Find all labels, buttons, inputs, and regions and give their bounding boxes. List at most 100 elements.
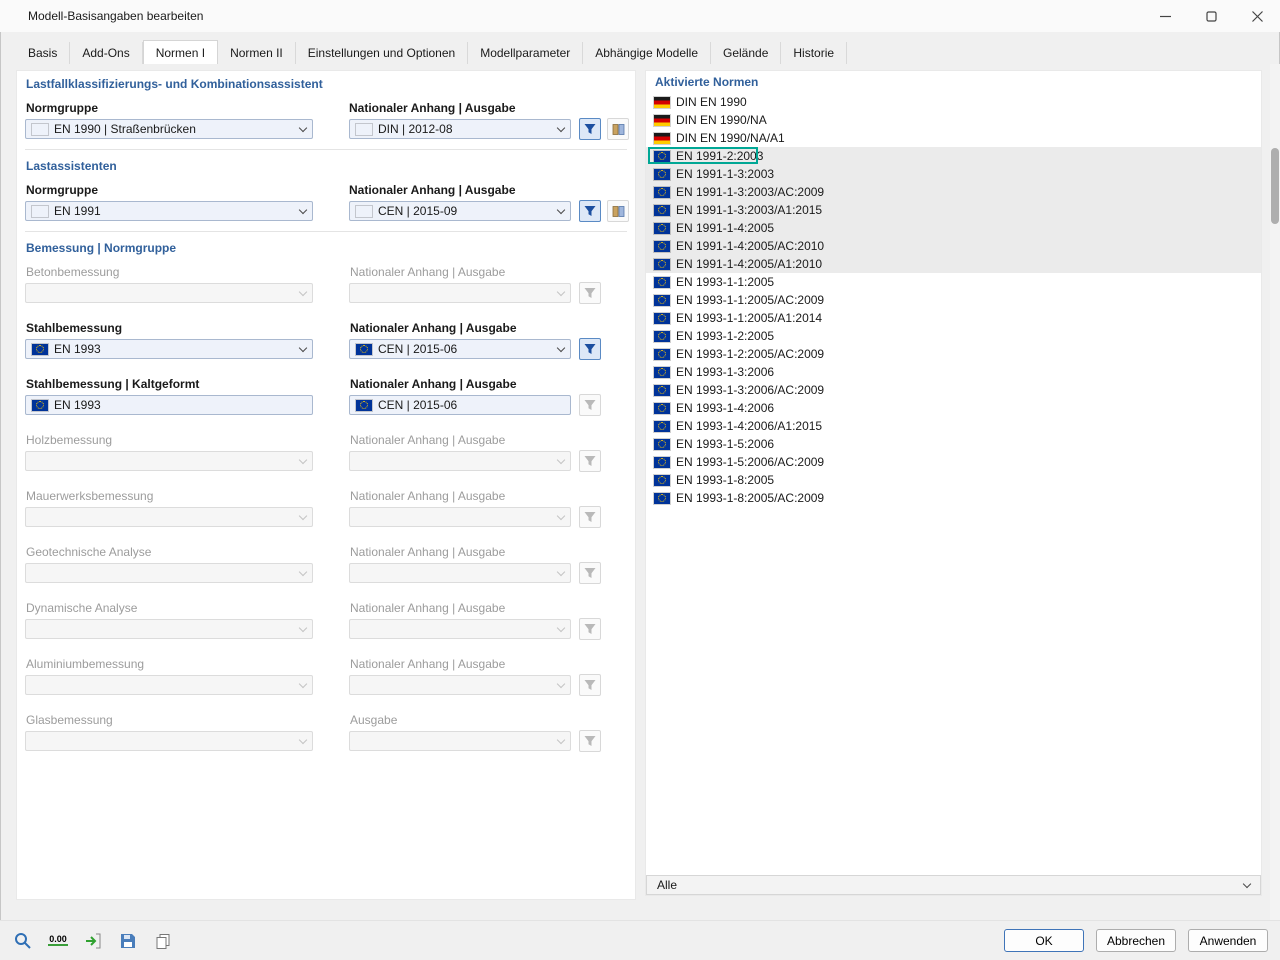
- cancel-button[interactable]: Abbrechen: [1096, 929, 1176, 952]
- scrollbar[interactable]: [1270, 64, 1280, 920]
- design-norm-combo[interactable]: [25, 451, 313, 471]
- national-annex-combo[interactable]: CEN | 2015-06: [349, 339, 571, 359]
- flag-icon: [654, 168, 670, 180]
- norm-list-item[interactable]: EN 1993-1-3:2006: [646, 363, 1261, 381]
- design-norm-combo[interactable]: [25, 731, 313, 751]
- design-normgroup-heading: Bemessung | Normgruppe: [26, 241, 177, 255]
- tab-normen-i[interactable]: Normen I: [142, 40, 219, 64]
- flag-icon: [32, 343, 48, 355]
- tab-abhängige-modelle[interactable]: Abhängige Modelle: [583, 42, 711, 64]
- close-button[interactable]: [1234, 0, 1280, 32]
- norm-list-item[interactable]: EN 1993-1-3:2006/AC:2009: [646, 381, 1261, 399]
- norm-list-item[interactable]: EN 1993-1-4:2006: [646, 399, 1261, 417]
- norm-list-item[interactable]: EN 1993-1-1:2005/AC:2009: [646, 291, 1261, 309]
- library-icon: [612, 205, 624, 217]
- design-norm-combo[interactable]: [25, 507, 313, 527]
- norm-settings-panel: Lastfallklassifizierungs- und Kombinatio…: [16, 70, 636, 900]
- national-annex-combo[interactable]: [349, 675, 571, 695]
- tab-add-ons[interactable]: Add-Ons: [70, 42, 143, 64]
- filter-button[interactable]: [579, 394, 601, 416]
- flag-icon: [654, 240, 670, 252]
- national-annex-combo[interactable]: [349, 563, 571, 583]
- filter-button[interactable]: [579, 730, 601, 752]
- national-annex-combo[interactable]: [349, 283, 571, 303]
- tab-label: Modellparameter: [480, 46, 571, 60]
- filter-button[interactable]: [579, 338, 601, 360]
- filter-button[interactable]: [579, 506, 601, 528]
- chevron-down-icon: [556, 679, 566, 688]
- filter-button[interactable]: [579, 562, 601, 584]
- norm-list-item[interactable]: EN 1991-1-4:2005: [646, 219, 1261, 237]
- filter-button[interactable]: [579, 618, 601, 640]
- filter-button[interactable]: [579, 674, 601, 696]
- design-discipline-label: Stahlbemessung | Kaltgeformt: [26, 377, 200, 391]
- norm-list-item[interactable]: EN 1991-1-3:2003/AC:2009: [646, 183, 1261, 201]
- design-norm-combo[interactable]: [25, 563, 313, 583]
- norm-list-item[interactable]: EN 1993-1-2:2005/AC:2009: [646, 345, 1261, 363]
- copy-button[interactable]: [150, 929, 176, 953]
- norm-library-button[interactable]: [607, 200, 629, 222]
- norm-list-item[interactable]: EN 1993-1-8:2005/AC:2009: [646, 489, 1261, 507]
- national-annex-combo[interactable]: [349, 619, 571, 639]
- national-annex-combo[interactable]: [349, 451, 571, 471]
- combination-annex-combo[interactable]: DIN | 2012-08: [349, 119, 571, 139]
- norm-list-item[interactable]: EN 1991-1-4:2005/A1:2010: [646, 255, 1261, 273]
- design-norm-combo[interactable]: [25, 675, 313, 695]
- design-norm-combo[interactable]: EN 1993: [25, 339, 313, 359]
- design-norm-combo[interactable]: EN 1993: [25, 395, 313, 415]
- loadwizard-normgruppe-combo[interactable]: EN 1991: [25, 201, 313, 221]
- norm-list-item[interactable]: EN 1993-1-1:2005/A1:2014: [646, 309, 1261, 327]
- design-norm-row: Glasbemessung Ausgabe: [17, 711, 635, 767]
- apply-button[interactable]: Anwenden: [1188, 929, 1268, 952]
- design-norm-row: Aluminiumbemessung Nationaler Anhang | A…: [17, 655, 635, 711]
- chevron-down-icon: [556, 735, 566, 744]
- units-settings-button[interactable]: 0.00: [45, 929, 71, 953]
- maximize-button[interactable]: [1188, 0, 1234, 32]
- combination-normgruppe-combo[interactable]: EN 1990 | Straßenbrücken: [25, 119, 313, 139]
- flag-icon: [654, 132, 670, 144]
- national-annex-combo[interactable]: [349, 507, 571, 527]
- tab-einstellungen-und-optionen[interactable]: Einstellungen und Optionen: [296, 42, 469, 64]
- tab-gelände[interactable]: Gelände: [711, 42, 782, 64]
- loadwizard-annex-combo[interactable]: CEN | 2015-09: [349, 201, 571, 221]
- filter-button[interactable]: [579, 450, 601, 472]
- norm-list-item[interactable]: EN 1993-1-5:2006: [646, 435, 1261, 453]
- filter-funnel-icon: [584, 124, 596, 134]
- search-button[interactable]: [10, 929, 36, 953]
- save-defaults-button[interactable]: [115, 929, 141, 953]
- norm-list-item[interactable]: EN 1993-1-4:2006/A1:2015: [646, 417, 1261, 435]
- norm-list-item[interactable]: EN 1991-1-3:2003: [646, 165, 1261, 183]
- norm-list-item[interactable]: EN 1991-1-3:2003/A1:2015: [646, 201, 1261, 219]
- ok-button[interactable]: OK: [1004, 929, 1084, 952]
- design-norm-combo[interactable]: [25, 283, 313, 303]
- minimize-button[interactable]: [1142, 0, 1188, 32]
- tab-normen-ii[interactable]: Normen II: [218, 42, 296, 64]
- tab-modellparameter[interactable]: Modellparameter: [468, 42, 584, 64]
- tab-bar: Basis Add-Ons Normen I Normen II Einstellung…: [0, 32, 1280, 64]
- filter-button[interactable]: [579, 282, 601, 304]
- norm-list-item[interactable]: EN 1993-1-5:2006/AC:2009: [646, 453, 1261, 471]
- norms-filter-combo[interactable]: Alle: [646, 875, 1261, 895]
- norm-label: EN 1991-1-4:2005/A1:2010: [676, 257, 823, 271]
- national-annex-combo[interactable]: CEN | 2015-06: [349, 395, 571, 415]
- filter-button[interactable]: [579, 200, 601, 222]
- filter-button[interactable]: [579, 118, 601, 140]
- norm-list-item[interactable]: EN 1993-1-1:2005: [646, 273, 1261, 291]
- norm-list-item[interactable]: DIN EN 1990/NA/A1: [646, 129, 1261, 147]
- tab-historie[interactable]: Historie: [781, 42, 848, 64]
- norm-list-item[interactable]: EN 1993-1-2:2005: [646, 327, 1261, 345]
- norm-library-button[interactable]: [607, 118, 629, 140]
- tab-basis[interactable]: Basis: [16, 42, 71, 64]
- norm-label: EN 1991-1-3:2003: [676, 167, 775, 181]
- design-discipline-label: Dynamische Analyse: [26, 601, 138, 615]
- scrollbar-thumb[interactable]: [1271, 148, 1279, 224]
- import-settings-button[interactable]: [80, 929, 106, 953]
- norm-list-item[interactable]: EN 1991-2:2003: [646, 147, 1261, 165]
- norm-list-item[interactable]: EN 1991-1-4:2005/AC:2010: [646, 237, 1261, 255]
- norm-list-item[interactable]: DIN EN 1990: [646, 93, 1261, 111]
- norm-list-item[interactable]: DIN EN 1990/NA: [646, 111, 1261, 129]
- national-annex-combo[interactable]: [349, 731, 571, 751]
- design-norm-combo[interactable]: [25, 619, 313, 639]
- title-bar: Modell-Basisangaben bearbeiten: [0, 0, 1280, 32]
- norm-list-item[interactable]: EN 1993-1-8:2005: [646, 471, 1261, 489]
